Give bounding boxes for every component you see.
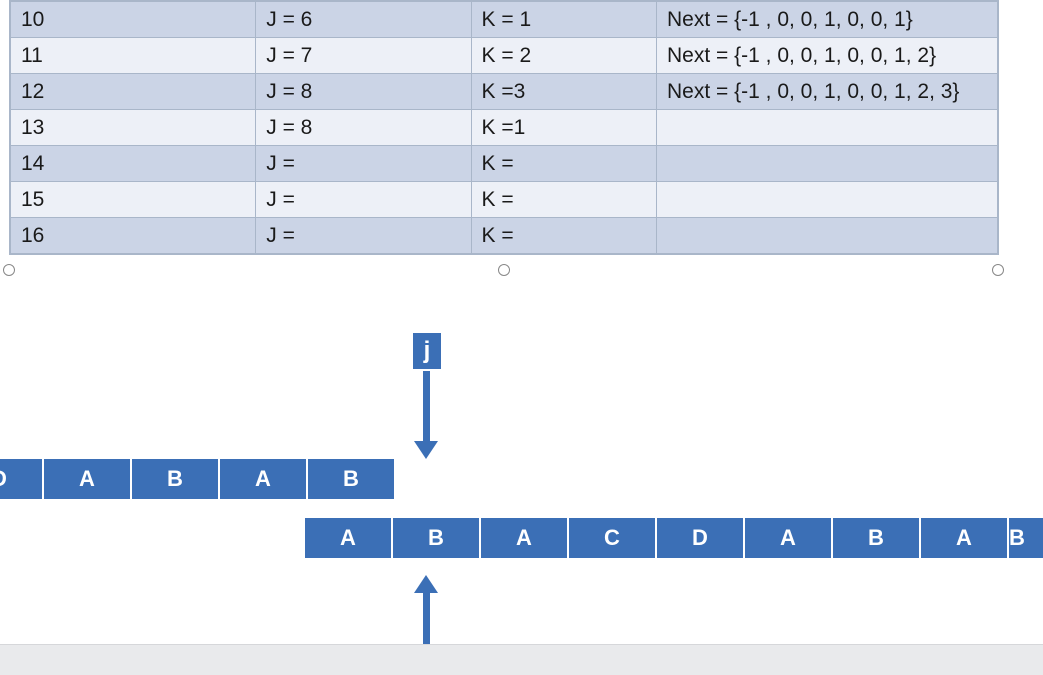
- cell-step: 16: [11, 218, 256, 254]
- pattern-cell: B: [132, 459, 218, 499]
- cell-step: 10: [11, 2, 256, 38]
- cell-next: Next = {-1 , 0, 0, 1, 0, 0, 1, 2}: [657, 38, 998, 74]
- cell-step: 15: [11, 182, 256, 218]
- cell-step: 11: [11, 38, 256, 74]
- arrow-up-icon: [423, 592, 430, 652]
- table-row: 11 J = 7 K = 2 Next = {-1 , 0, 0, 1, 0, …: [11, 38, 998, 74]
- text-cell: A: [305, 518, 391, 558]
- table-row: 10 J = 6 K = 1 Next = {-1 , 0, 0, 1, 0, …: [11, 2, 998, 38]
- cell-next: [657, 110, 998, 146]
- cell-j: J = 8: [256, 74, 471, 110]
- text-bottom-row: A B A C D A B A B: [305, 518, 1043, 558]
- table-row: 14 J = K =: [11, 146, 998, 182]
- resize-handle-right[interactable]: [992, 264, 1004, 276]
- table-row: 12 J = 8 K =3 Next = {-1 , 0, 0, 1, 0, 0…: [11, 74, 998, 110]
- text-cell: B: [393, 518, 479, 558]
- arrow-down-icon: [423, 371, 430, 443]
- cell-k: K =: [471, 182, 656, 218]
- cell-j: J =: [256, 146, 471, 182]
- cell-next: [657, 146, 998, 182]
- resize-handle-middle[interactable]: [498, 264, 510, 276]
- cell-next: [657, 182, 998, 218]
- cell-j: J = 6: [256, 2, 471, 38]
- table: 10 J = 6 K = 1 Next = {-1 , 0, 0, 1, 0, …: [10, 1, 998, 254]
- cell-step: 14: [11, 146, 256, 182]
- cell-k: K =3: [471, 74, 656, 110]
- cell-next: [657, 218, 998, 254]
- cell-step: 12: [11, 74, 256, 110]
- text-cell: D: [657, 518, 743, 558]
- table-row: 16 J = K =: [11, 218, 998, 254]
- pattern-top-row: D A B A B: [0, 459, 394, 499]
- text-cell: B: [833, 518, 919, 558]
- cell-next: Next = {-1 , 0, 0, 1, 0, 0, 1}: [657, 2, 998, 38]
- cell-step: 13: [11, 110, 256, 146]
- resize-handle-left[interactable]: [3, 264, 15, 276]
- pattern-cell: A: [44, 459, 130, 499]
- cell-j: J = 8: [256, 110, 471, 146]
- text-cell: A: [481, 518, 567, 558]
- cell-k: K =1: [471, 110, 656, 146]
- pattern-cell: A: [220, 459, 306, 499]
- cell-k: K =: [471, 218, 656, 254]
- text-cell: C: [569, 518, 655, 558]
- cell-next: Next = {-1 , 0, 0, 1, 0, 0, 1, 2, 3}: [657, 74, 998, 110]
- cell-j: J =: [256, 182, 471, 218]
- cell-k: K = 1: [471, 2, 656, 38]
- slide-footer-bar: [0, 644, 1043, 675]
- table-body: 10 J = 6 K = 1 Next = {-1 , 0, 0, 1, 0, …: [11, 2, 998, 254]
- pattern-cell: D: [0, 459, 42, 499]
- cell-j: J =: [256, 218, 471, 254]
- pointer-j-label: j: [413, 333, 441, 369]
- text-cell: A: [921, 518, 1007, 558]
- pattern-cell: B: [308, 459, 394, 499]
- cell-k: K = 2: [471, 38, 656, 74]
- text-cell: B: [1009, 518, 1043, 558]
- cell-k: K =: [471, 146, 656, 182]
- text-cell: A: [745, 518, 831, 558]
- table-row: 13 J = 8 K =1: [11, 110, 998, 146]
- trace-table: 10 J = 6 K = 1 Next = {-1 , 0, 0, 1, 0, …: [9, 0, 999, 255]
- cell-j: J = 7: [256, 38, 471, 74]
- table-row: 15 J = K =: [11, 182, 998, 218]
